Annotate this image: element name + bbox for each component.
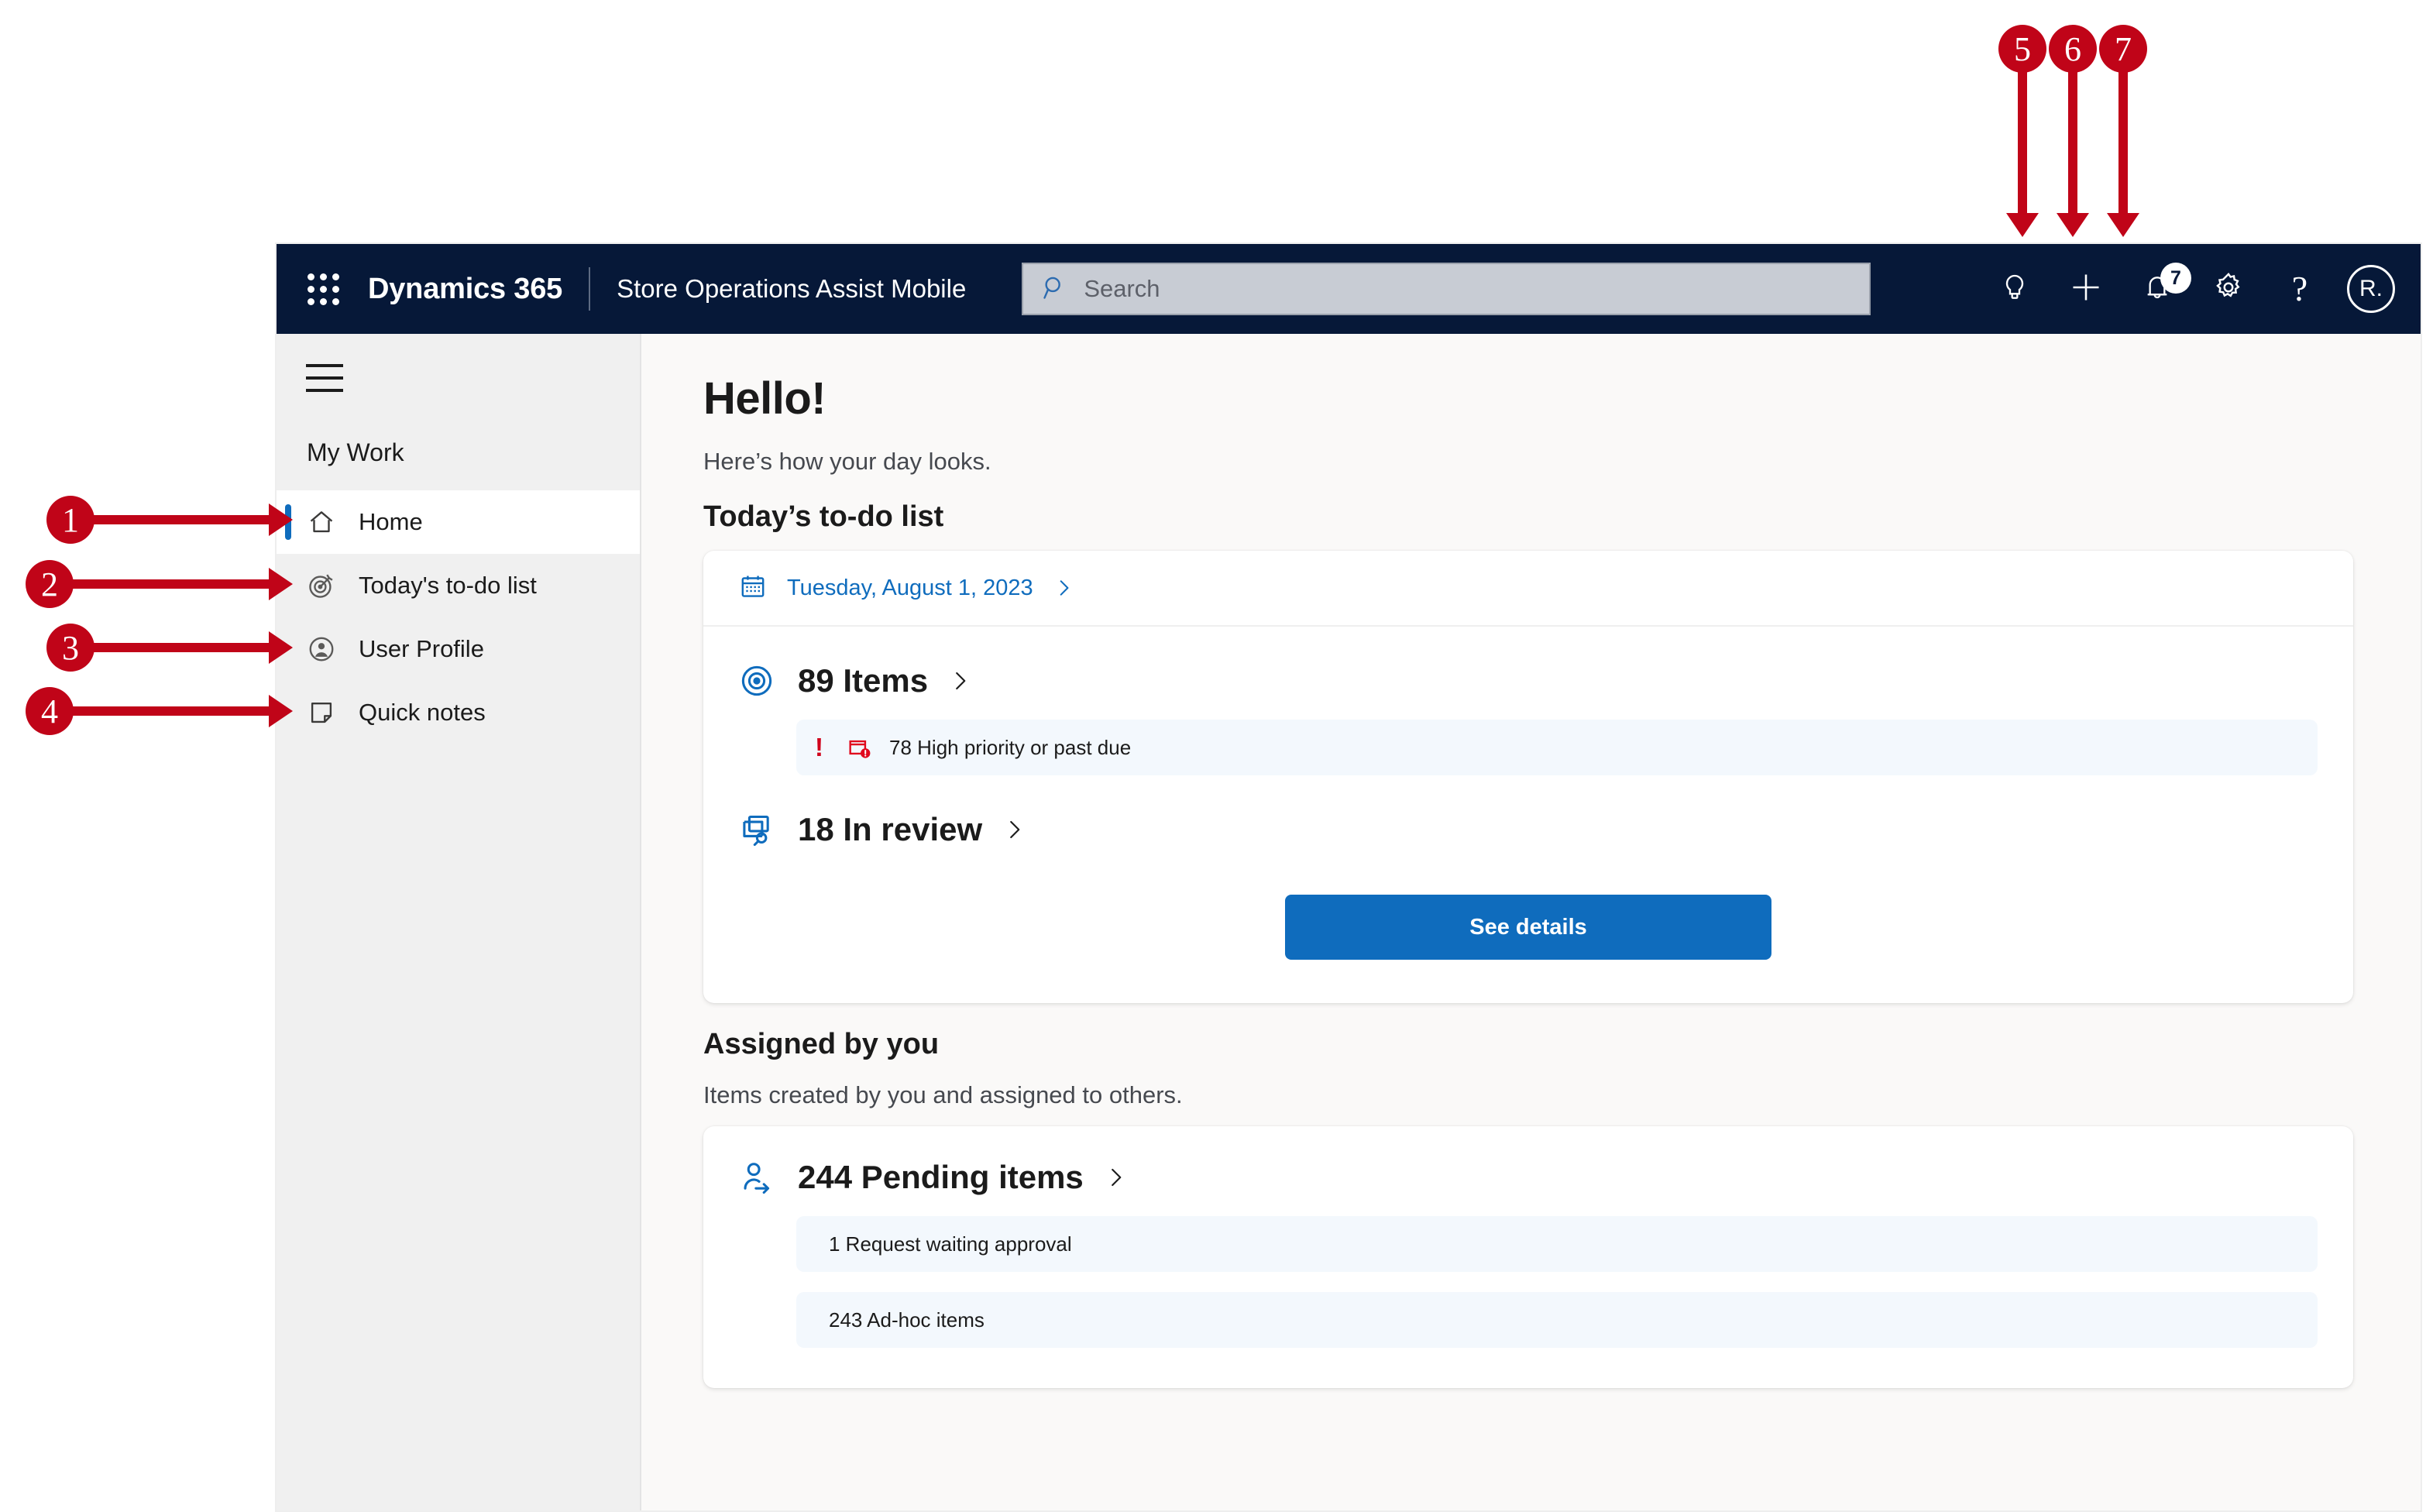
todo-card: Tuesday, August 1, 2023 89 Items ! 78 Hi… bbox=[703, 551, 2353, 1003]
assigned-row-label: 243 Ad-hoc items bbox=[829, 1308, 984, 1332]
notification-badge: 7 bbox=[2160, 263, 2191, 294]
exclamation-icon: ! bbox=[815, 733, 823, 761]
top-navigation-bar: Dynamics 365 Store Operations Assist Mob… bbox=[277, 244, 2421, 334]
search-input[interactable] bbox=[1082, 263, 1830, 314]
brand-title: Dynamics 365 bbox=[368, 272, 563, 305]
sidebar-nav: Home Today's to-do list User Profile Qui… bbox=[277, 490, 640, 744]
notifications-button[interactable]: 7 bbox=[2122, 253, 2193, 325]
chevron-right-icon bbox=[1053, 578, 1074, 598]
target-bullseye-icon bbox=[739, 663, 775, 699]
high-priority-row[interactable]: ! 78 High priority or past due bbox=[796, 720, 2318, 775]
callout-badge-5: 5 bbox=[1998, 25, 2046, 73]
selected-date-label: Tuesday, August 1, 2023 bbox=[787, 575, 1033, 600]
chevron-right-icon bbox=[1104, 1166, 1127, 1189]
callout-badge-7: 7 bbox=[2099, 25, 2147, 73]
assigned-row[interactable]: 243 Ad-hoc items bbox=[796, 1292, 2318, 1348]
sidebar-item-home[interactable]: Home bbox=[277, 490, 640, 554]
callout-arrow-4 bbox=[70, 706, 270, 716]
main-content: Hello! Here’s how your day looks. Today’… bbox=[641, 334, 2421, 1510]
assigned-row-label: 1 Request waiting approval bbox=[829, 1232, 1072, 1256]
page-title: Hello! bbox=[703, 373, 826, 424]
pending-items-label: 244 Pending items bbox=[798, 1159, 1084, 1195]
sidebar-item-label: Quick notes bbox=[359, 699, 486, 726]
documents-search-icon bbox=[739, 812, 775, 847]
app-window: Dynamics 365 Store Operations Assist Mob… bbox=[275, 242, 2422, 1512]
search-box[interactable] bbox=[1022, 263, 1871, 315]
see-details-wrap: See details bbox=[703, 848, 2353, 1003]
question-icon: ? bbox=[2291, 269, 2308, 308]
note-icon bbox=[304, 696, 338, 730]
sidebar-item-label: Home bbox=[359, 508, 423, 535]
user-circle-icon bbox=[304, 632, 338, 666]
lightbulb-icon bbox=[1999, 272, 2030, 307]
sidebar-item-quick-notes[interactable]: Quick notes bbox=[277, 681, 640, 744]
lightbulb-button[interactable] bbox=[1979, 253, 2050, 325]
search-icon bbox=[1042, 274, 1068, 304]
callout-badge-4: 4 bbox=[26, 687, 74, 735]
assigned-section-title: Assigned by you bbox=[703, 1028, 940, 1060]
chevron-right-icon bbox=[1002, 818, 1026, 841]
pending-items-row[interactable]: 244 Pending items bbox=[703, 1126, 2353, 1196]
hamburger-icon[interactable] bbox=[306, 364, 343, 392]
high-priority-label: 78 High priority or past due bbox=[889, 735, 1132, 759]
assigned-by-you-card: 244 Pending items 1 Request waiting appr… bbox=[703, 1126, 2353, 1388]
person-arrow-icon bbox=[739, 1160, 775, 1195]
quick-create-button[interactable] bbox=[2050, 253, 2122, 325]
plus-icon bbox=[2069, 270, 2103, 308]
sidebar: My Work Home Today's to-do list User Pro… bbox=[277, 334, 641, 1510]
callout-badge-6: 6 bbox=[2049, 25, 2097, 73]
sidebar-item-label: User Profile bbox=[359, 635, 484, 662]
callout-badge-2: 2 bbox=[26, 560, 74, 608]
in-review-label: 18 In review bbox=[798, 811, 983, 847]
sidebar-item-label: Today's to-do list bbox=[359, 572, 537, 599]
assigned-section-description: Items created by you and assigned to oth… bbox=[703, 1081, 1183, 1108]
user-avatar-button[interactable]: R. bbox=[2335, 253, 2407, 325]
callout-arrow-5 bbox=[2018, 70, 2027, 214]
callout-arrow-1 bbox=[91, 515, 270, 524]
items-count-label: 89 Items bbox=[798, 662, 929, 699]
topbar-actions: 7 ? R. bbox=[1979, 253, 2407, 325]
callout-badge-1: 1 bbox=[46, 496, 94, 544]
in-review-row[interactable]: 18 In review bbox=[703, 775, 2353, 848]
see-details-button[interactable]: See details bbox=[1285, 895, 1771, 960]
gear-icon bbox=[2212, 271, 2245, 308]
sidebar-item-todays-to-do-list[interactable]: Today's to-do list bbox=[277, 554, 640, 617]
calendar-alert-icon bbox=[846, 734, 872, 761]
page-subtitle: Here’s how your day looks. bbox=[703, 448, 991, 475]
target-icon bbox=[304, 569, 338, 603]
chevron-right-icon bbox=[948, 669, 971, 692]
callout-badge-3: 3 bbox=[46, 624, 94, 672]
app-name-label: Store Operations Assist Mobile bbox=[617, 274, 967, 303]
avatar: R. bbox=[2347, 265, 2395, 313]
sidebar-group-label: My Work bbox=[307, 438, 404, 466]
brand-divider bbox=[589, 267, 591, 311]
callout-arrow-7 bbox=[2118, 70, 2128, 214]
callout-arrow-2 bbox=[70, 579, 270, 589]
settings-button[interactable] bbox=[2193, 253, 2264, 325]
callout-arrow-6 bbox=[2068, 70, 2077, 214]
assigned-row[interactable]: 1 Request waiting approval bbox=[796, 1216, 2318, 1272]
sidebar-item-user-profile[interactable]: User Profile bbox=[277, 617, 640, 681]
date-selector-row[interactable]: Tuesday, August 1, 2023 bbox=[703, 551, 2353, 627]
items-count-row[interactable]: 89 Items bbox=[703, 627, 2353, 699]
callout-arrow-3 bbox=[91, 643, 270, 652]
todo-section-title: Today’s to-do list bbox=[703, 500, 944, 533]
app-launcher-icon[interactable] bbox=[301, 267, 345, 311]
calendar-icon bbox=[739, 572, 767, 604]
help-button[interactable]: ? bbox=[2264, 253, 2335, 325]
home-icon bbox=[304, 505, 338, 539]
